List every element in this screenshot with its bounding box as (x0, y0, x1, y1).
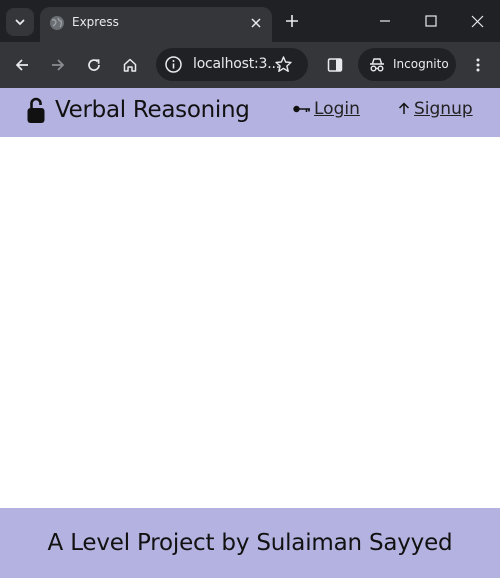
incognito-icon (370, 58, 384, 72)
main-content (0, 137, 500, 508)
incognito-label: Incognito (393, 57, 449, 71)
arrow-left-icon (15, 59, 28, 71)
signup-label: Signup (414, 99, 473, 119)
incognito-indicator[interactable]: Incognito (358, 48, 456, 81)
address-bar[interactable]: localhost:3... (156, 48, 308, 81)
home-icon (123, 58, 137, 72)
back-button[interactable] (10, 53, 34, 77)
arrow-right-icon (52, 59, 65, 71)
site-footer: A Level Project by Sulaiman Sayyed (0, 508, 500, 578)
login-label: Login (314, 99, 360, 119)
close-window-button[interactable] (462, 6, 492, 36)
site-info-icon[interactable] (164, 55, 183, 74)
globe-icon (50, 16, 64, 30)
plus-icon (286, 15, 298, 27)
bookmark-star-icon[interactable] (274, 55, 293, 74)
browser-tab[interactable]: Express (40, 7, 272, 42)
maximize-icon (425, 15, 437, 27)
browser-menu-button[interactable] (466, 53, 490, 77)
address-url: localhost:3... (193, 56, 281, 72)
minimize-icon (380, 20, 390, 22)
key-icon (293, 105, 310, 113)
close-tab-button[interactable] (247, 14, 265, 32)
minimize-button[interactable] (370, 6, 400, 36)
more-vertical-icon (476, 58, 480, 72)
side-panel-icon (327, 58, 343, 72)
reload-button[interactable] (82, 53, 106, 77)
close-icon (471, 15, 483, 27)
maximize-button[interactable] (416, 6, 446, 36)
side-panel-button[interactable] (323, 53, 347, 77)
site-brand[interactable]: Verbal Reasoning (55, 97, 250, 123)
tab-search-button[interactable] (6, 8, 34, 36)
site-header: Verbal Reasoning Login Signup (0, 88, 500, 137)
reload-icon (88, 59, 100, 71)
lock-icon (27, 97, 45, 123)
close-icon (251, 18, 261, 28)
tab-title: Express (72, 15, 119, 29)
home-button[interactable] (118, 53, 142, 77)
login-link[interactable]: Login (292, 99, 360, 119)
signup-link[interactable]: Signup (396, 99, 473, 119)
browser-toolbar: localhost:3... Incognito (0, 42, 500, 88)
forward-button[interactable] (46, 53, 70, 77)
upload-arrow-icon (398, 102, 410, 114)
browser-tab-bar: Express (0, 0, 500, 42)
footer-text: A Level Project by Sulaiman Sayyed (47, 530, 453, 556)
new-tab-button[interactable] (281, 10, 303, 32)
chevron-down-icon (15, 19, 25, 26)
